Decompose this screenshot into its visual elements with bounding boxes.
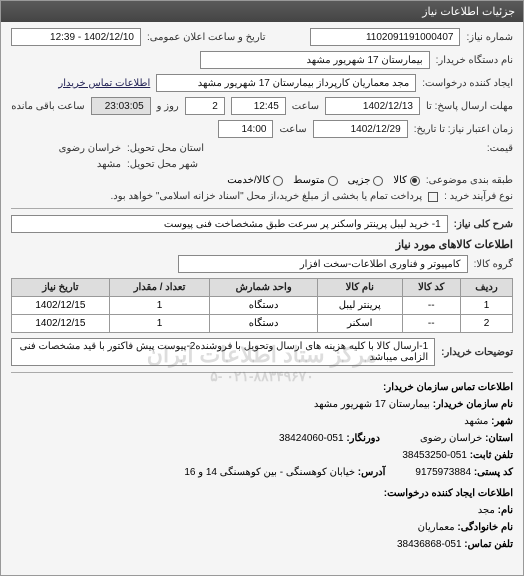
label-valid-to: زمان اعتبار نیاز: تا تاریخ: <box>414 124 513 135</box>
field-announce-date: 1402/12/10 - 12:39 <box>11 28 141 46</box>
label-org-name: نام سازمان خریدار: <box>433 399 513 410</box>
radio-partial-label: جزیی <box>348 175 371 186</box>
label-c-phone: تلفن ثابت: <box>470 450 513 461</box>
cell-code: -- <box>402 297 460 315</box>
label-time1: ساعت <box>292 101 319 112</box>
field-req-no: 1102091191000407 <box>310 28 460 46</box>
label-time2: ساعت <box>279 124 306 135</box>
label-remain: ساعت باقی مانده <box>11 101 84 112</box>
radio-service-label: کالا/خدمت <box>227 175 270 186</box>
field-valid-date: 1402/12/29 <box>313 120 408 138</box>
label-overall-desc: شرح کلی نیاز: <box>454 219 513 230</box>
cell-code: -- <box>402 315 460 333</box>
th-rn: ردیف <box>460 279 512 297</box>
contact-header: اطلاعات تماس سازمان خریدار: <box>11 379 513 396</box>
cell-name: اسکنر <box>317 315 402 333</box>
th-qty: تعداد / مقدار <box>109 279 209 297</box>
val-c-postal: 9175973884 <box>415 467 471 478</box>
divider <box>11 372 513 373</box>
radio-medium[interactable]: متوسط <box>293 175 337 186</box>
link-buyer-contact[interactable]: اطلاعات تماس خریدار <box>58 78 150 89</box>
field-overall-desc: 1- خرید لیبل پرینتر واسکنر پر سرعت طبق م… <box>11 215 448 233</box>
label-requester: ایجاد کننده درخواست: <box>422 78 513 89</box>
label-r-lname: نام خانوادگی: <box>457 522 513 533</box>
label-c-address: آدرس: <box>358 467 386 478</box>
label-c-city: شهر: <box>491 416 513 427</box>
val-r-phone: 051-38436868 <box>397 539 462 550</box>
label-announce-date: تاریخ و ساعت اعلان عمومی: <box>147 32 266 43</box>
label-province: استان محل تحویل: <box>127 143 204 154</box>
requester-header: اطلاعات ایجاد کننده درخواست: <box>11 485 513 502</box>
field-goods-group: کامپیوتر و فناوری اطلاعات-سخت افزار <box>178 255 468 273</box>
label-req-no: شماره نیاز: <box>466 32 513 43</box>
val-r-lname: معماریان <box>418 522 455 533</box>
label-price: قیمت: <box>487 143 513 154</box>
field-buyer-notes: 1-ارسال کالا با کلیه هزینه های ارسال وتح… <box>11 338 435 366</box>
cell-name: پرینتر لیبل <box>317 297 402 315</box>
val-c-phone: 051-38453250 <box>402 450 467 461</box>
contact-block: اطلاعات تماس سازمان خریدار: نام سازمان خ… <box>11 379 513 553</box>
checkbox-buy-type[interactable] <box>428 192 438 202</box>
val-c-province: خراسان رضوی <box>420 433 482 444</box>
label-city: شهر محل تحویل: <box>127 159 198 170</box>
label-c-fax: دورنگار: <box>346 433 380 444</box>
field-deadline-date: 1402/12/13 <box>325 97 420 115</box>
cell-date: 1402/12/15 <box>12 297 110 315</box>
th-code: کد کالا <box>402 279 460 297</box>
label-r-fname: نام: <box>498 505 513 516</box>
label-goods-group: گروه کالا: <box>474 259 513 270</box>
th-name: نام کالا <box>317 279 402 297</box>
field-days: 2 <box>185 97 225 115</box>
label-category: طبقه بندی موضوعی: <box>426 175 513 186</box>
table-header-row: ردیف کد کالا نام کالا واحد شمارش تعداد /… <box>12 279 513 297</box>
radio-partial[interactable]: جزیی <box>348 175 384 186</box>
label-c-postal: کد پستی: <box>474 467 513 478</box>
cell-unit: دستگاه <box>210 297 318 315</box>
label-buyer-name: نام دستگاه خریدار: <box>436 55 513 66</box>
cell-date: 1402/12/15 <box>12 315 110 333</box>
label-r-phone: تلفن تماس: <box>464 539 513 550</box>
th-unit: واحد شمارش <box>210 279 318 297</box>
val-c-fax: 051-38424060 <box>279 433 344 444</box>
radio-goods-label: کالا <box>393 175 407 186</box>
field-buyer-name: بیمارستان 17 شهریور مشهد <box>200 51 430 69</box>
buy-type-note: پرداخت تمام یا بخشی از مبلغ خرید،از محل … <box>111 191 423 202</box>
val-org-name: بیمارستان 17 شهریور مشهد <box>314 399 430 410</box>
radio-service[interactable]: کالا/خدمت <box>227 175 283 186</box>
cell-rn: 1 <box>460 297 512 315</box>
radio-goods[interactable]: کالا <box>393 175 420 186</box>
label-days-and: روز و <box>157 101 179 112</box>
radio-group-category: کالا جزیی متوسط کالا/خدمت <box>227 175 420 186</box>
label-buyer-notes: توضیحات خریدار: <box>441 347 513 358</box>
divider <box>11 208 513 209</box>
field-valid-time: 14:00 <box>218 120 273 138</box>
label-c-province: استان: <box>485 433 513 444</box>
val-r-fname: مجد <box>478 505 495 516</box>
label-buy-type: نوع فرآیند خرید : <box>444 191 513 202</box>
field-deadline-time: 12:45 <box>231 97 286 115</box>
th-date: تاریخ نیاز <box>12 279 110 297</box>
val-c-address: خیابان کوهسنگی - بین کوهسنگی 14 و 16 <box>184 467 355 478</box>
radio-medium-label: متوسط <box>293 175 324 186</box>
field-requester: مجد معماریان کارپرداز بیمارستان 17 شهریو… <box>156 74 416 92</box>
field-province: خراسان رضوی <box>11 143 121 154</box>
title-bar-text: جزئیات اطلاعات نیاز <box>422 5 515 18</box>
title-bar: جزئیات اطلاعات نیاز <box>1 1 523 22</box>
cell-qty: 1 <box>109 297 209 315</box>
label-deadline: مهلت ارسال پاسخ: تا <box>426 101 513 112</box>
table-row: 1 -- پرینتر لیبل دستگاه 1 1402/12/15 <box>12 297 513 315</box>
val-c-city: مشهد <box>464 416 488 427</box>
form-content: شماره نیاز: 1102091191000407 تاریخ و ساع… <box>1 22 523 559</box>
cell-qty: 1 <box>109 315 209 333</box>
field-city: مشهد <box>11 159 121 170</box>
cell-unit: دستگاه <box>210 315 318 333</box>
items-table: ردیف کد کالا نام کالا واحد شمارش تعداد /… <box>11 278 513 333</box>
cell-rn: 2 <box>460 315 512 333</box>
section-items-info: اطلاعات کالاهای مورد نیاز <box>11 238 513 251</box>
field-remain-time: 23:03:05 <box>91 97 151 115</box>
table-row: 2 -- اسکنر دستگاه 1 1402/12/15 <box>12 315 513 333</box>
